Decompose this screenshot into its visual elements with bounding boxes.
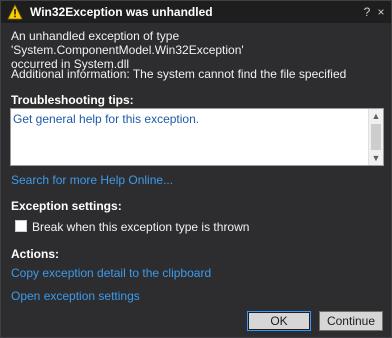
scroll-thumb[interactable] — [371, 124, 381, 150]
title-bar: Win32Exception was unhandled ? × — [1, 1, 391, 23]
actions-title: Actions: — [11, 247, 59, 261]
tips-scrollbar[interactable]: ▲ ▼ — [368, 109, 383, 165]
copy-exception-detail-link[interactable]: Copy exception detail to the clipboard — [11, 266, 211, 280]
close-icon[interactable]: × — [375, 4, 387, 20]
ok-button[interactable]: OK — [247, 311, 311, 331]
exception-message-line1: An unhandled exception of type 'System.C… — [11, 29, 244, 57]
dialog-title: Win32Exception was unhandled — [30, 5, 213, 19]
scroll-down-icon[interactable]: ▼ — [369, 151, 383, 165]
exception-dialog: Win32Exception was unhandled ? × An unha… — [0, 0, 392, 338]
exception-settings-title: Exception settings: — [11, 199, 122, 213]
open-exception-settings-link[interactable]: Open exception settings — [11, 289, 140, 303]
scroll-up-icon[interactable]: ▲ — [369, 109, 383, 123]
exception-message: An unhandled exception of type 'System.C… — [11, 29, 383, 71]
search-help-online-link[interactable]: Search for more Help Online... — [11, 173, 173, 187]
additional-information: Additional information: The system canno… — [11, 67, 347, 81]
general-help-link[interactable]: Get general help for this exception. — [13, 112, 199, 126]
warning-icon — [7, 4, 23, 20]
break-on-thrown-label[interactable]: Break when this exception type is thrown — [32, 220, 249, 234]
troubleshooting-list: Get general help for this exception. ▲ ▼ — [10, 108, 384, 166]
break-on-thrown-checkbox[interactable] — [15, 220, 27, 232]
help-icon[interactable]: ? — [361, 4, 373, 20]
continue-button[interactable]: Continue — [319, 311, 383, 331]
troubleshooting-title: Troubleshooting tips: — [11, 93, 134, 107]
